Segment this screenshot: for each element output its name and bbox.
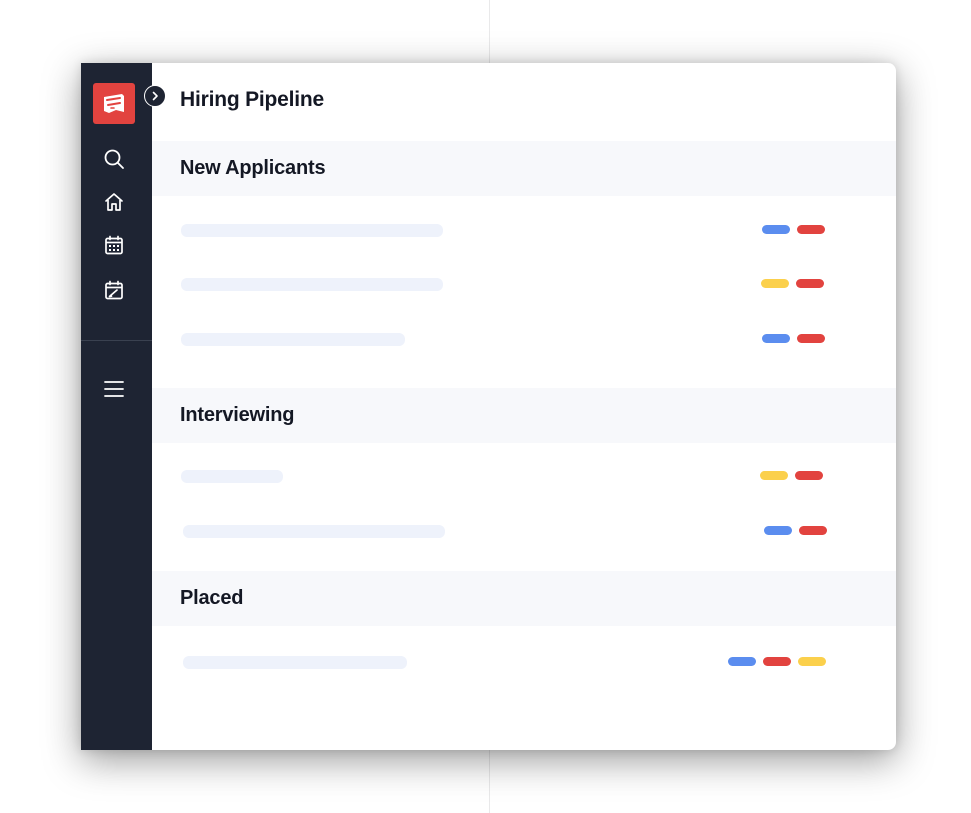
tag-red <box>763 657 791 666</box>
tag-blue <box>762 225 790 234</box>
flag-logo-icon <box>104 93 124 113</box>
section-title: New Applicants <box>180 157 326 179</box>
tag-group <box>761 279 824 288</box>
list-item[interactable] <box>152 269 896 299</box>
home-icon <box>105 193 123 211</box>
skeleton-text <box>181 333 405 346</box>
calendar-check-icon <box>105 280 123 300</box>
list-item[interactable] <box>152 461 896 491</box>
tag-blue <box>762 334 790 343</box>
nav-calendar[interactable] <box>102 233 126 257</box>
section-header-placed: Placed <box>152 571 896 626</box>
list-item[interactable] <box>152 647 896 677</box>
stage: Hiring Pipeline New Applicants Interview… <box>0 0 971 813</box>
sidebar <box>81 63 152 750</box>
main-content: Hiring Pipeline New Applicants Interview… <box>152 63 896 750</box>
tag-yellow <box>761 279 789 288</box>
list-item[interactable] <box>152 215 896 245</box>
nav-home[interactable] <box>102 190 126 214</box>
nav-menu[interactable] <box>102 377 126 401</box>
page-title: Hiring Pipeline <box>180 88 325 111</box>
tag-yellow <box>798 657 826 666</box>
app-window: Hiring Pipeline New Applicants Interview… <box>81 63 896 750</box>
tag-group <box>760 471 823 480</box>
tag-group <box>762 334 825 343</box>
tag-blue <box>764 526 792 535</box>
section-header-new-applicants: New Applicants <box>152 141 896 196</box>
app-logo[interactable] <box>93 83 135 124</box>
chevron-right-icon <box>152 91 158 101</box>
tag-group <box>764 526 827 535</box>
sidebar-separator <box>81 340 152 341</box>
skeleton-text <box>183 525 445 538</box>
sidebar-toggle-button[interactable] <box>144 85 166 107</box>
tag-red <box>796 279 824 288</box>
skeleton-text <box>181 470 283 483</box>
skeleton-text <box>183 656 407 669</box>
tag-group <box>728 657 826 666</box>
skeleton-text <box>181 278 443 291</box>
tag-red <box>797 225 825 234</box>
calendar-icon <box>105 235 123 255</box>
list-item[interactable] <box>152 516 896 546</box>
nav-search[interactable] <box>102 147 126 171</box>
tag-red <box>797 334 825 343</box>
tag-blue <box>728 657 756 666</box>
section-header-interviewing: Interviewing <box>152 388 896 443</box>
menu-icon <box>104 381 124 397</box>
list-item[interactable] <box>152 324 896 354</box>
tag-yellow <box>760 471 788 480</box>
search-icon <box>104 149 124 169</box>
nav-calendar-check[interactable] <box>102 278 126 302</box>
tag-red <box>795 471 823 480</box>
tag-red <box>799 526 827 535</box>
section-title: Placed <box>180 587 244 609</box>
tag-group <box>762 225 825 234</box>
section-title: Interviewing <box>180 404 295 426</box>
skeleton-text <box>181 224 443 237</box>
